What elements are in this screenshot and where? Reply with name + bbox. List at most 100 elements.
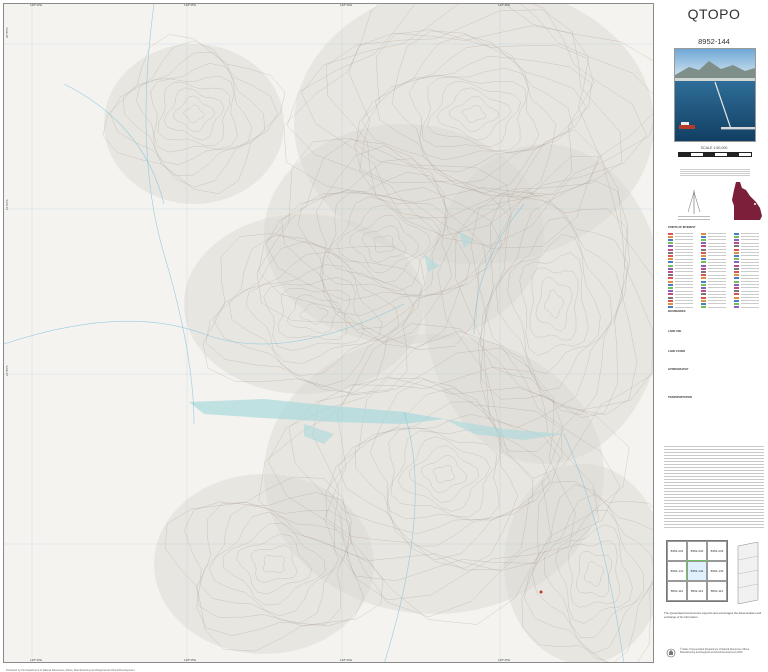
legend-entry-text [708,284,726,286]
grid-label-top: 148°40'E [340,3,353,7]
legend-swatch-icon [734,248,739,251]
legend-entry-text [708,239,726,241]
grid-label-left: 21°05'S [5,365,9,376]
legend-swatch-icon [734,254,739,257]
legend-entry-text [708,287,726,289]
legend-swatch-icon [668,261,673,264]
government-crest-icon [666,648,676,658]
legend-entry-text [741,300,759,302]
legend-entry-text [741,236,759,238]
legend-entry-text [708,271,726,273]
legend-swatch-icon [701,274,706,277]
legend-entry-text [675,290,693,292]
point-of-interest-marker [539,590,543,594]
legend-entry-text [708,293,726,295]
legend-entry-text [708,290,726,292]
legend-entry-text [741,249,759,250]
legend-entry-text [675,268,693,270]
copyright-text: © State of Queensland (Department of Nat… [680,648,750,654]
legend-swatch-icon [734,235,739,238]
legend-swatch-icon [701,242,706,245]
legend-entry-text [741,261,759,263]
legend-swatch-icon [668,286,673,289]
north-arrow-diagram [678,190,710,220]
grid-label-top: 148°45'E [498,3,511,7]
legend-swatch-icon [668,245,673,248]
legend-entry-text [675,271,693,273]
legend-swatch-icon [668,306,673,309]
legend-swatch-icon [668,254,673,257]
legend-swatch-icon [701,286,706,289]
topographic-map[interactable]: 148°30'E 148°35'E 148°40'E 148°45'E 148°… [3,3,654,663]
legend-entry-text [708,249,726,250]
legend-swatch-icon [701,270,706,273]
legend-entry-text [708,268,726,270]
legend-entry-text [708,306,726,308]
legend-swatch-icon [668,299,673,302]
legend-entry-text [741,281,759,282]
legend-swatch-icon [668,232,673,235]
legend-entry-text [675,281,693,282]
legend-entry-text [675,277,693,279]
index-sheet[interactable]: 8952-114 [707,581,727,601]
grid-label-bottom: 148°35'E [184,658,197,662]
legend-swatch-icon [701,238,706,241]
legend-swatch-icon [701,264,706,267]
legend-swatch-icon [701,283,706,286]
legend-heading: POINTS OF INTEREST [668,226,696,229]
legend-swatch-icon [701,254,706,257]
legend-entry-text [708,242,726,244]
map-terrain [4,4,653,662]
legend-swatch-icon [734,232,739,235]
legend-entry-text [675,303,693,305]
legend-entry-text [708,303,726,305]
legend-entry-text [708,258,726,260]
legend-entry-text [675,293,693,295]
legend-entry-text [741,245,759,247]
queensland-locator-map [732,182,762,220]
sheet-number: 8952-144 [698,37,730,46]
legend-swatch-icon [701,261,706,264]
grid-label-bottom: 148°45'E [498,658,511,662]
legend-entry-text [741,239,759,241]
legend-entry-text [708,255,726,257]
hillshade [104,44,284,204]
legend-entry-text [741,287,759,289]
index-sheet-current[interactable]: 8952-144 [686,560,708,582]
index-sheet[interactable]: 8952-231 [667,541,687,561]
legend-swatch-icon [734,274,739,277]
grid-label-left: 21°00'S [5,199,9,210]
scale-bar [678,152,752,157]
legend-swatch-icon [734,286,739,289]
legend-swatch-icon [668,238,673,241]
index-sheet[interactable]: 8952-112 [667,581,687,601]
index-sheet[interactable]: 8952-141 [667,561,687,581]
legend-swatch-icon [668,251,673,254]
legend-entry-text [708,261,726,263]
legend-entry-text [675,245,693,247]
index-sheet[interactable]: 8952-113 [687,581,707,601]
legend-entry-text [741,290,759,292]
index-sheet[interactable]: 8952-232 [687,541,707,561]
map-legend: POINTS OF INTEREST BOUNDARIES LAND USE L… [668,226,766,436]
legend-swatch-icon [668,293,673,296]
legend-swatch-icon [701,277,706,280]
legend-entry-text [741,306,759,308]
legend-entry [668,306,693,309]
legend-entry-text [741,303,759,305]
legend-swatch-icon [701,267,706,270]
legend-entry-text [675,252,693,254]
legend-entry-text [708,274,726,276]
index-sheet[interactable]: 8952-233 [707,541,727,561]
legend-swatch-icon [734,296,739,299]
legend-entry-text [741,255,759,257]
legend-swatch-icon [668,242,673,245]
legend-swatch-icon [701,293,706,296]
grid-label-bottom: 148°40'E [340,658,353,662]
legend-swatch-icon [734,283,739,286]
legend-entry-text [675,287,693,289]
legend-swatch-icon [701,290,706,293]
scale-text: SCALE 1:50,000 [700,146,728,150]
legend-entry-text [675,261,693,263]
index-sheet[interactable]: 8952-143 [707,561,727,581]
